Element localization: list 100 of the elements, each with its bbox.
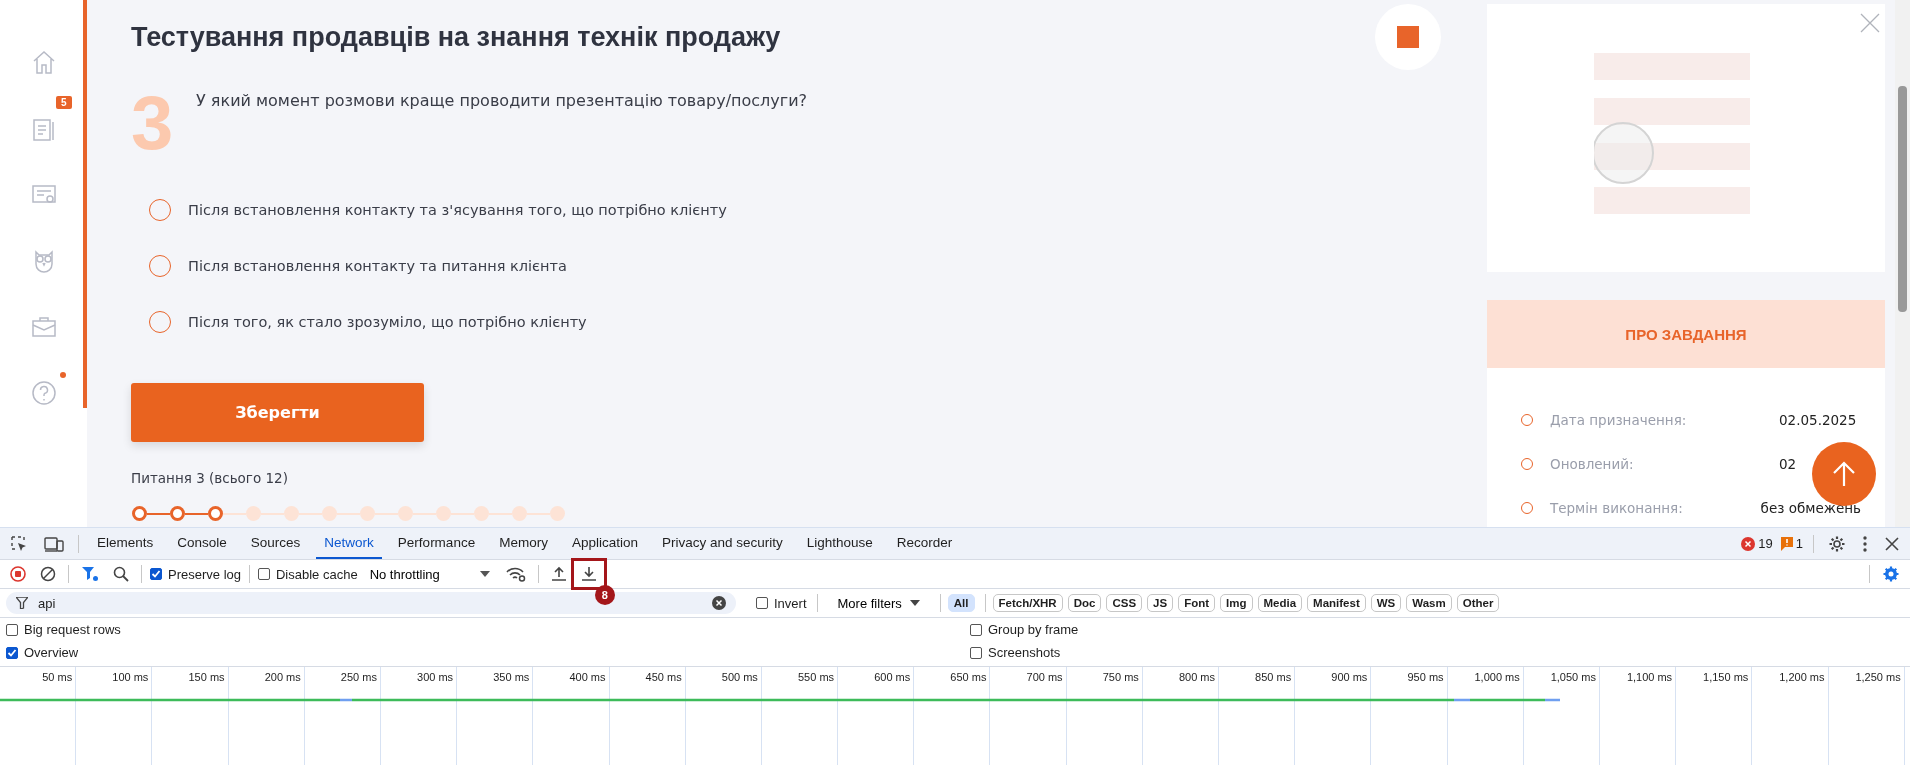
inspect-icon[interactable] bbox=[10, 534, 28, 553]
type-filter-chip[interactable]: CSS bbox=[1106, 594, 1143, 612]
timeline-tick: 1,100 ms bbox=[1626, 671, 1673, 685]
panel-tab[interactable]: Sources bbox=[242, 528, 309, 559]
timeline-tick: 700 ms bbox=[1026, 671, 1063, 685]
checkbox[interactable] bbox=[6, 646, 18, 659]
panel-tab[interactable]: Lighthouse bbox=[798, 528, 881, 559]
progress-label: Питання 3 (всього 12) bbox=[131, 470, 289, 486]
panel-header: ПРО ЗАВДАННЯ bbox=[1487, 300, 1885, 368]
checkbox-label: Overview bbox=[24, 645, 79, 660]
checkbox[interactable] bbox=[970, 646, 982, 659]
timeline-tick: 300 ms bbox=[417, 671, 454, 685]
timeline-tick: 650 ms bbox=[950, 671, 987, 685]
checkbox-label: Group by frame bbox=[988, 622, 1079, 637]
timeline-tick: 1,250 ms bbox=[1855, 671, 1901, 685]
caret-icon bbox=[479, 571, 490, 577]
timeline-tick: 250 ms bbox=[340, 671, 377, 685]
timeline-tick: 1,000 ms bbox=[1474, 671, 1520, 685]
throttling-dropdown[interactable]: No throttling bbox=[363, 566, 496, 582]
timeline-tick: 50 ms bbox=[42, 671, 73, 685]
checkbox-label: Screenshots bbox=[988, 645, 1061, 660]
type-filter-chip[interactable]: Fetch/XHR bbox=[992, 594, 1063, 612]
settings-icon[interactable] bbox=[1828, 534, 1846, 553]
type-filter-chip[interactable]: Doc bbox=[1067, 594, 1102, 612]
help-icon bbox=[29, 378, 58, 406]
timeline-tick: 950 ms bbox=[1407, 671, 1444, 685]
panel-tab[interactable]: Console bbox=[169, 528, 235, 559]
checkbox-label: Big request rows bbox=[24, 622, 121, 637]
type-filter-chip[interactable]: JS bbox=[1147, 594, 1174, 612]
detail-label: Оновлений: bbox=[1550, 456, 1635, 472]
filter-icon bbox=[16, 597, 28, 609]
timeline-tick: 1,200 ms bbox=[1779, 671, 1825, 685]
timeline-tick: 550 ms bbox=[798, 671, 835, 685]
panel-tab[interactable]: Memory bbox=[491, 528, 556, 559]
settings-icon[interactable] bbox=[1882, 565, 1900, 583]
timeline-tick: 200 ms bbox=[264, 671, 301, 685]
panel-tab[interactable]: Network bbox=[316, 528, 382, 559]
checkbox[interactable] bbox=[756, 597, 768, 609]
filter-icon[interactable] bbox=[81, 566, 99, 582]
detail-value: 02 bbox=[1779, 456, 1797, 472]
timeline-tick: 450 ms bbox=[645, 671, 682, 685]
type-filter-chip[interactable]: Font bbox=[1178, 594, 1216, 612]
panel-tab[interactable]: Recorder bbox=[888, 528, 961, 559]
type-filter-chip[interactable]: WS bbox=[1370, 594, 1402, 612]
timeline-tick: 400 ms bbox=[569, 671, 606, 685]
clear-icon[interactable] bbox=[712, 596, 726, 610]
timeline-tick: 800 ms bbox=[1178, 671, 1215, 685]
detail-label: Термін виконання: bbox=[1550, 500, 1684, 516]
answer-option: Після того, як стало зрозуміло, що потрібно клієнту bbox=[188, 314, 587, 330]
more-options-icon[interactable] bbox=[1862, 534, 1868, 553]
warning-count[interactable]: 1 bbox=[1780, 536, 1803, 551]
timeline-tick: 1,050 ms bbox=[1550, 671, 1596, 685]
timeline-tick: 900 ms bbox=[1331, 671, 1368, 685]
test-title: Тестування продавців на знання технік продажу bbox=[131, 22, 782, 53]
type-filter-chip[interactable]: Other bbox=[1456, 594, 1500, 612]
download-icon[interactable] bbox=[580, 566, 597, 582]
checkbox-label: Disable cache bbox=[276, 566, 358, 582]
warning-icon bbox=[1780, 536, 1793, 551]
device-toggle-icon[interactable] bbox=[44, 534, 64, 553]
checkbox-label: Preserve log bbox=[168, 566, 241, 582]
type-filter-chip[interactable]: Media bbox=[1257, 594, 1303, 612]
scrollbar[interactable] bbox=[1895, 0, 1910, 527]
answer-option: Після встановлення контакту та з'ясування того, що потрібно клієнту bbox=[188, 202, 727, 218]
type-filter-chip[interactable]: Wasm bbox=[1406, 594, 1452, 612]
caret-icon bbox=[909, 600, 920, 606]
checkbox-label: Invert bbox=[774, 595, 807, 611]
timeline-tick: 600 ms bbox=[874, 671, 911, 685]
type-filter-chip[interactable]: Manifest bbox=[1307, 594, 1366, 612]
question-number: 3 bbox=[131, 85, 175, 161]
detail-label: Дата призначення: bbox=[1550, 412, 1688, 428]
network-settings-icon[interactable] bbox=[505, 566, 526, 582]
upload-icon[interactable] bbox=[550, 566, 567, 582]
type-filter-chip[interactable]: All bbox=[947, 594, 975, 612]
clear-icon[interactable] bbox=[40, 566, 56, 582]
question-text: У який момент розмови краще проводити презентацію товару/послуги? bbox=[196, 91, 808, 110]
panel-tab[interactable]: Application bbox=[563, 528, 646, 559]
count-badge: 5 bbox=[55, 96, 72, 109]
timeline-tick: 1,150 ms bbox=[1703, 671, 1749, 685]
panel-tab[interactable]: Elements bbox=[89, 528, 162, 559]
timeline-tick: 850 ms bbox=[1255, 671, 1292, 685]
timeline-tick: 100 ms bbox=[112, 671, 149, 685]
detail-value: 02.05.2025 bbox=[1779, 412, 1857, 428]
timeline-tick: 750 ms bbox=[1102, 671, 1139, 685]
checkbox[interactable] bbox=[970, 623, 982, 636]
detail-value: без обмежень bbox=[1760, 500, 1861, 516]
timeline-tick: 350 ms bbox=[493, 671, 530, 685]
panel-tab[interactable]: Privacy and security bbox=[653, 528, 791, 559]
answer-option: Після встановлення контакту та питання клієнта bbox=[188, 258, 567, 274]
more-filters-dropdown[interactable]: More filters bbox=[827, 595, 930, 611]
type-filter-chip[interactable]: Img bbox=[1220, 594, 1253, 612]
search-icon[interactable] bbox=[113, 566, 129, 582]
checkbox[interactable] bbox=[258, 568, 270, 580]
panel-tab[interactable]: Performance bbox=[389, 528, 484, 559]
stop-recording-icon[interactable] bbox=[10, 566, 26, 582]
close-icon[interactable] bbox=[1884, 535, 1900, 552]
error-icon bbox=[1741, 536, 1756, 551]
checkbox[interactable] bbox=[6, 623, 18, 636]
error-count[interactable]: 19 bbox=[1741, 536, 1773, 551]
timeline-tick: 150 ms bbox=[188, 671, 225, 685]
checkbox[interactable] bbox=[150, 568, 162, 580]
